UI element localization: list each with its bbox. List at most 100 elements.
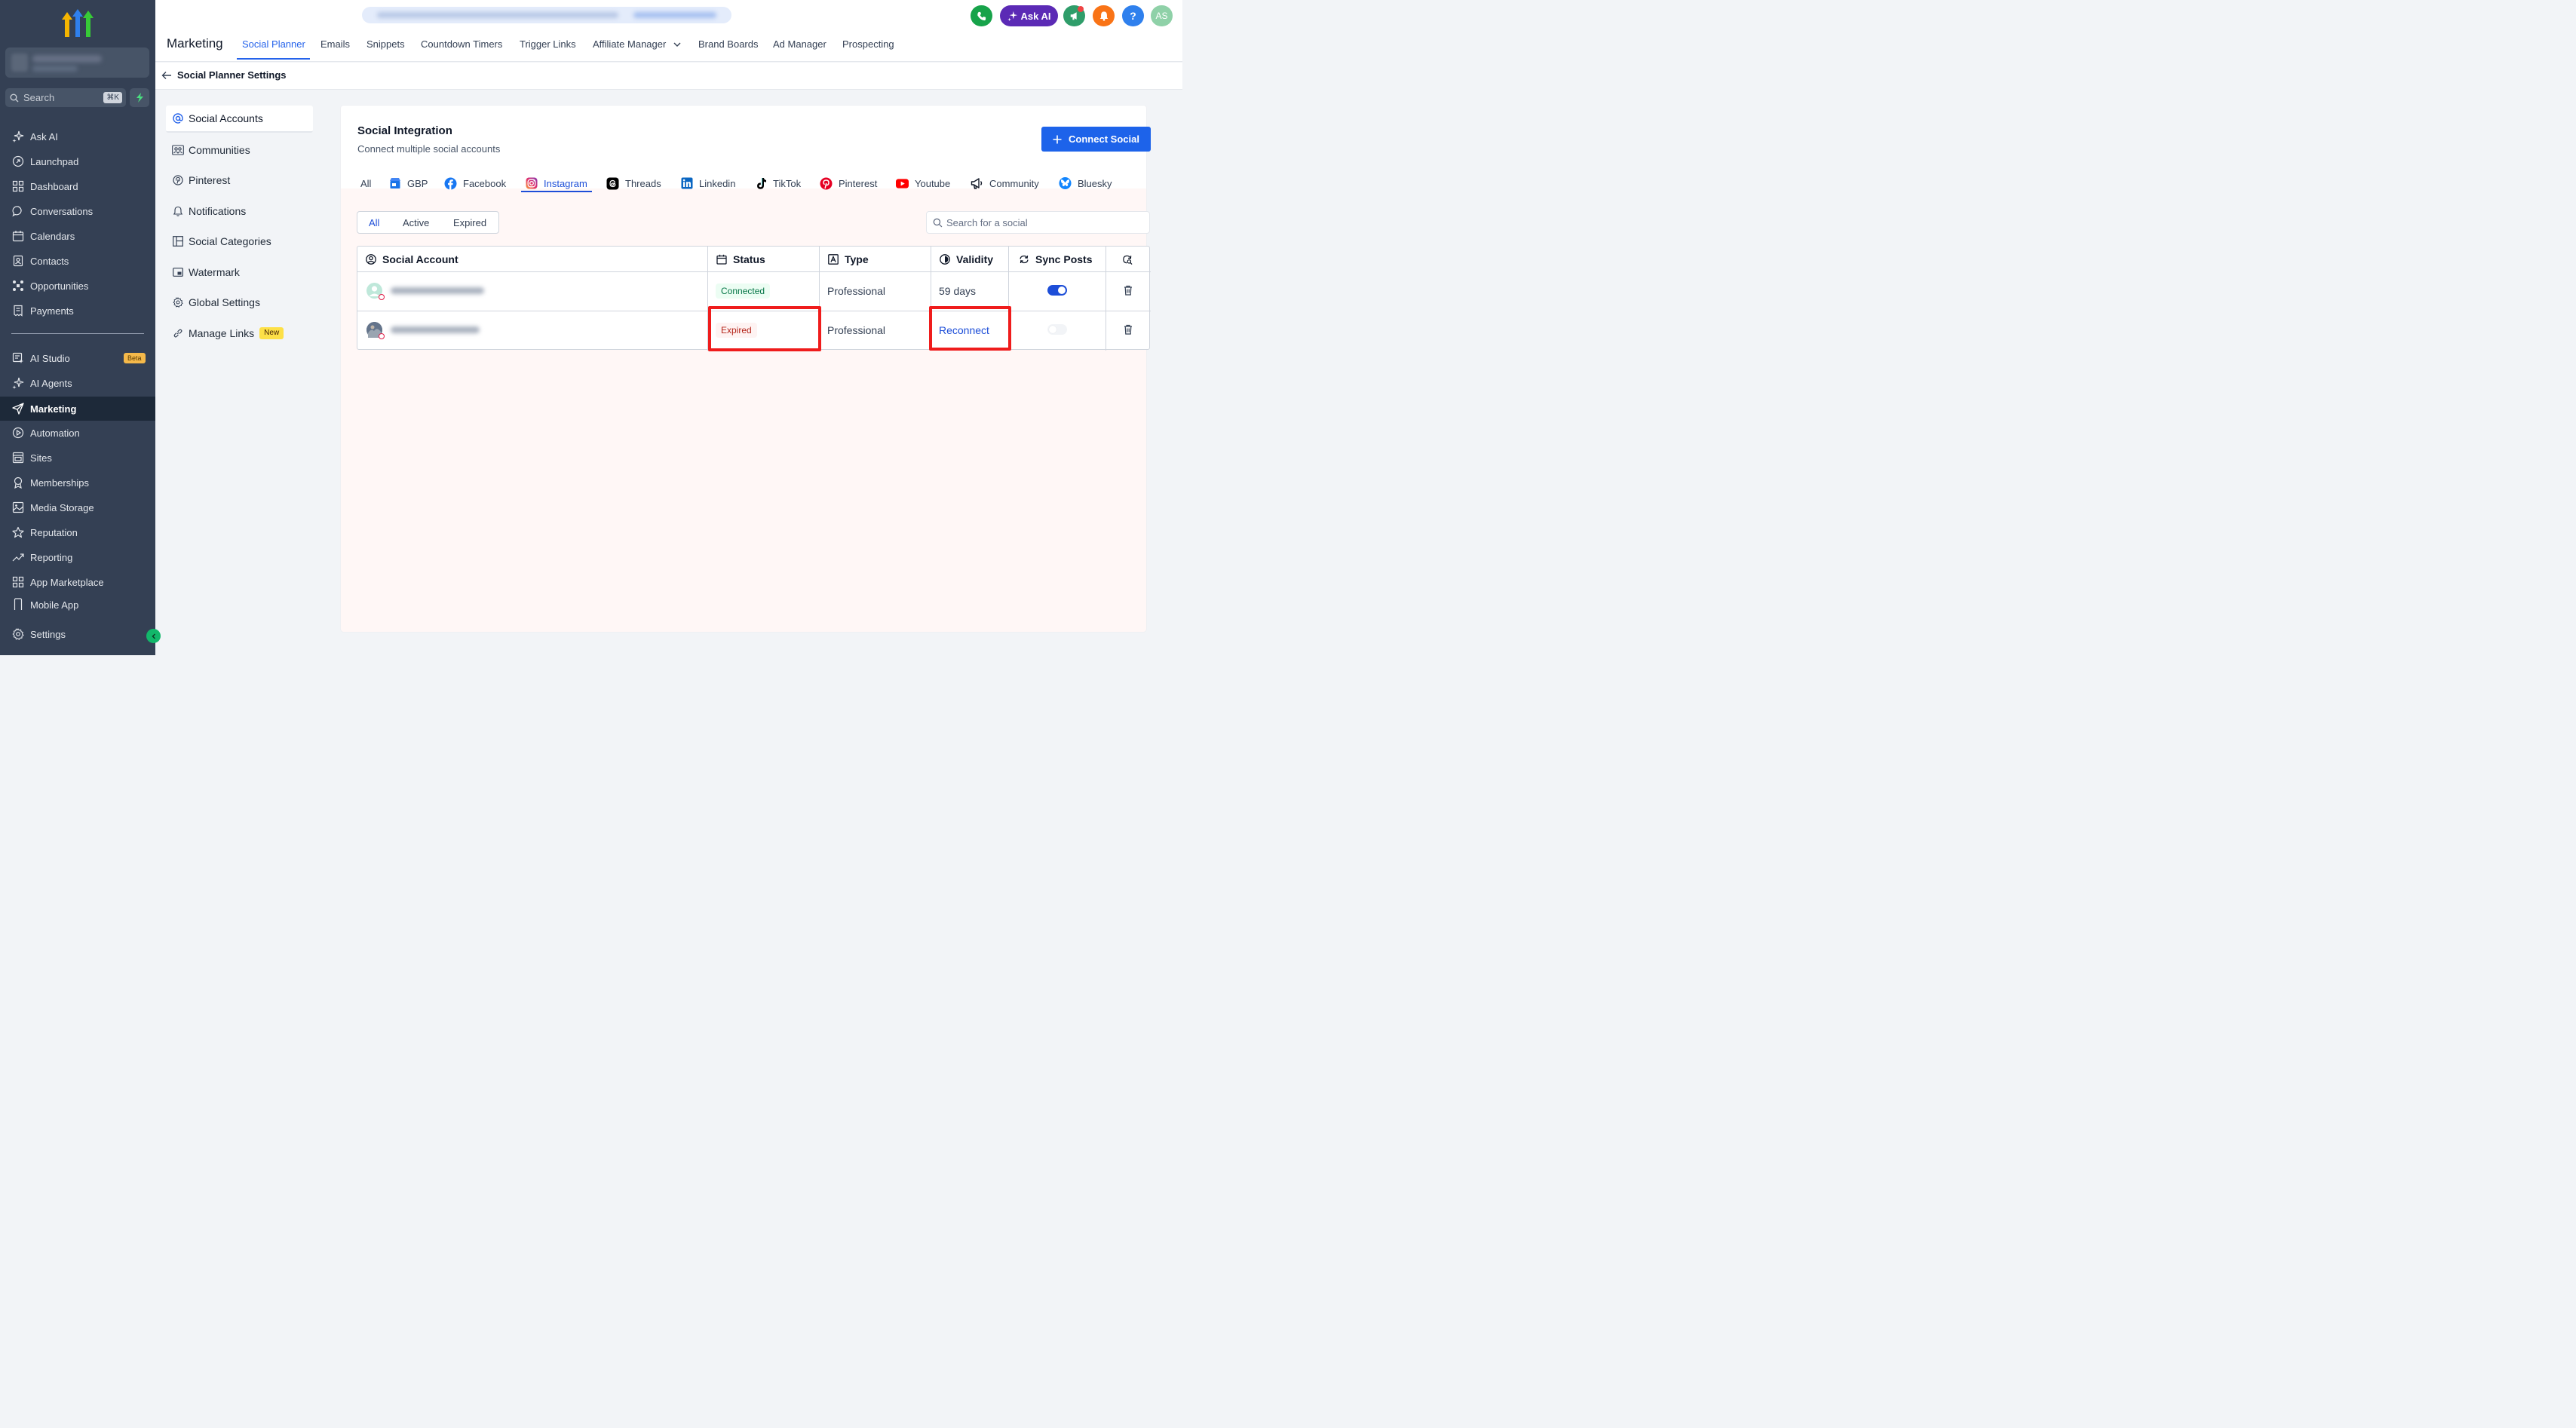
bluesky-icon [1059,176,1072,190]
tab-affiliate-manager-label: Affiliate Manager [593,38,667,50]
sidebar-item-ai-studio[interactable]: AI Studio Beta [0,347,155,369]
sidebar-item-automation[interactable]: Automation [0,421,155,444]
submenu-manage-links[interactable]: Manage Links New [166,320,313,347]
submenu-social-categories[interactable]: Social Categories [166,228,313,255]
tab-brand-boards[interactable]: Brand Boards [698,38,759,50]
platform-tab-label: TikTok [773,177,802,189]
account-name-redacted [391,326,480,333]
platform-tab-all[interactable]: All [360,176,371,191]
sidebar-item-reporting[interactable]: Reporting [0,546,155,568]
column-header-status: Status [716,253,765,266]
ask-ai-button[interactable]: Ask AI [1000,5,1058,26]
sidebar-item-opportunities[interactable]: Opportunities [0,274,155,297]
sidebar-item-dashboard[interactable]: Dashboard [0,175,155,198]
user-avatar[interactable]: AS [1151,5,1173,26]
tab-emails[interactable]: Emails [320,38,350,50]
tab-social-planner[interactable]: Social Planner [242,38,305,50]
sidebar-item-ai-agents[interactable]: AI Agents [0,372,155,394]
tab-ad-manager[interactable]: Ad Manager [773,38,826,50]
column-header-label: Validity [956,253,994,265]
sidebar-item-label: Memberships [30,477,90,489]
type-icon [828,254,839,265]
sidebar-item-label: Media Storage [30,501,94,513]
sidebar-item-contacts[interactable]: Contacts [0,250,155,272]
sync-posts-toggle[interactable] [1047,285,1067,296]
sidebar-item-label: AI Studio [30,352,70,364]
tab-countdown-timers[interactable]: Countdown Timers [421,38,502,50]
sidebar-item-label: Mobile App [30,599,79,611]
connect-social-button[interactable]: Connect Social [1041,127,1151,152]
bolt-icon [136,93,143,103]
sparkle-icon [11,376,25,390]
sidebar-item-label: Payments [30,305,74,317]
connect-social-label: Connect Social [1069,133,1139,145]
sidebar-search[interactable]: Search ⌘K [5,88,126,107]
submenu-social-accounts[interactable]: Social Accounts [166,106,313,133]
platform-tab-pinterest[interactable]: Pinterest [820,176,877,191]
platform-tab-label: Facebook [463,177,507,189]
chevron-down-icon [673,42,681,47]
sidebar-item-marketing[interactable]: Marketing [0,397,155,421]
platform-tab-community[interactable]: Community [971,176,1039,191]
submenu-global-settings[interactable]: Global Settings [166,289,313,316]
sidebar-item-conversations[interactable]: Conversations [0,200,155,222]
submenu-communities[interactable]: Communities [166,136,313,164]
sidebar-item-reputation[interactable]: Reputation [0,521,155,544]
phone-icon [977,11,986,20]
sidebar-search-placeholder: Search [23,92,55,103]
sidebar-item-settings[interactable]: Settings [0,623,155,645]
refresh-search-button[interactable] [1122,253,1139,266]
sidebar-item-memberships[interactable]: Memberships [0,471,155,494]
tab-prospecting[interactable]: Prospecting [842,38,894,50]
phone-button[interactable] [971,5,992,26]
sidebar-item-calendars[interactable]: Calendars [0,225,155,247]
chevron-left-icon [151,633,155,639]
delete-account-button[interactable] [1124,324,1133,335]
sidebar-item-ask-ai[interactable]: Ask AI [0,125,155,148]
social-search-input[interactable]: Search for a social [926,211,1150,234]
sidebar-item-payments[interactable]: Payments [0,299,155,322]
platform-tab-youtube[interactable]: Youtube [896,176,950,191]
platform-tab-instagram[interactable]: Instagram [525,176,587,191]
platform-tab-linkedin[interactable]: Linkedin [680,176,735,191]
filter-all[interactable]: All [369,217,379,228]
instagram-badge-icon [379,294,385,300]
search-shortcut: ⌘K [103,92,122,103]
grid-icon [11,575,25,589]
tab-affiliate-manager[interactable]: Affiliate Manager [593,38,681,50]
account-type: Professional [827,285,886,297]
tab-trigger-links[interactable]: Trigger Links [520,38,576,50]
new-badge: New [259,327,284,339]
account-switcher[interactable] [5,47,149,78]
tab-snippets[interactable]: Snippets [366,38,405,50]
submenu-pinterest[interactable]: Pinterest [166,167,313,194]
sidebar-item-mobile-app[interactable]: Mobile App [0,596,155,611]
delete-account-button[interactable] [1124,285,1133,296]
notifications-button[interactable] [1093,5,1115,26]
sidebar-item-label: Settings [30,628,66,640]
quick-action-button[interactable] [130,88,149,107]
platform-tab-bluesky[interactable]: Bluesky [1059,176,1112,191]
platform-tab-gbp[interactable]: GBP [388,176,428,191]
platform-tab-threads[interactable]: Threads [606,176,661,191]
sidebar-item-media-storage[interactable]: Media Storage [0,496,155,519]
company-logo[interactable] [60,9,95,39]
sidebar-item-launchpad[interactable]: Launchpad [0,150,155,173]
help-button[interactable]: ? [1122,5,1144,26]
back-button[interactable] [161,70,172,81]
submenu-watermark[interactable]: Watermark [166,259,313,286]
filter-expired[interactable]: Expired [453,217,486,228]
sidebar-item-sites[interactable]: Sites [0,446,155,469]
sync-posts-toggle[interactable] [1047,324,1067,335]
sidebar-item-label: Reporting [30,551,73,563]
paper-plane-icon [11,402,25,415]
announcements-button[interactable] [1063,5,1085,26]
sidebar-collapse-button[interactable] [146,629,161,643]
submenu-notifications[interactable]: Notifications [166,198,313,225]
platform-tab-tiktok[interactable]: TikTok [754,176,801,191]
sidebar-item-app-marketplace[interactable]: App Marketplace [0,571,155,593]
highlight-expired-status [708,306,821,351]
image-icon [11,501,25,514]
filter-active[interactable]: Active [403,217,429,228]
platform-tab-facebook[interactable]: Facebook [444,176,506,191]
